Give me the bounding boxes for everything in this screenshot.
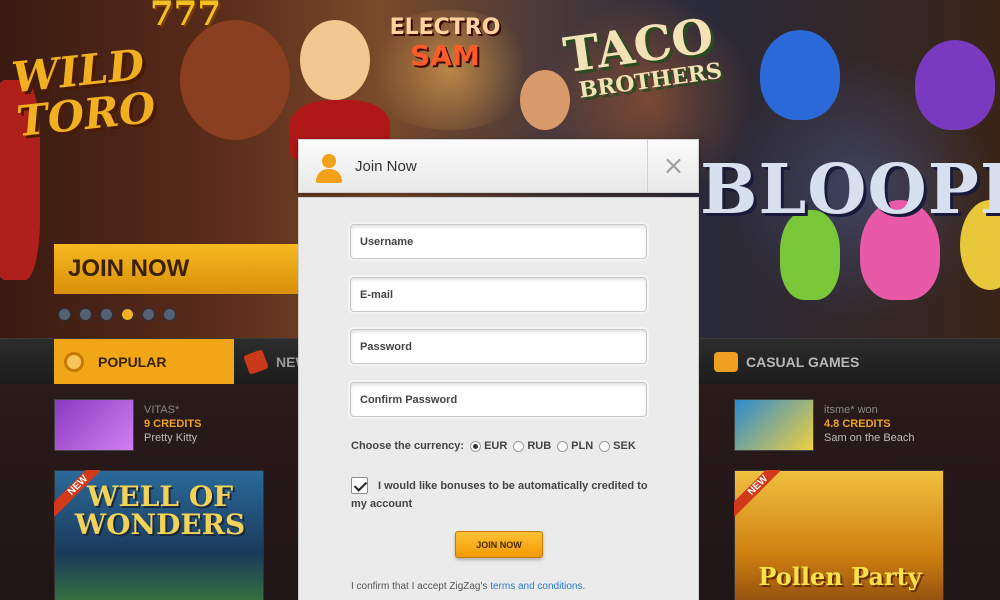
radio[interactable] — [599, 440, 611, 452]
user-icon — [315, 154, 343, 184]
tab-casual-games[interactable]: CASUAL GAMES — [710, 339, 910, 385]
carousel-dot[interactable] — [100, 308, 113, 321]
carousel-dot[interactable] — [58, 308, 71, 321]
modal-title: Join Now — [355, 158, 417, 175]
new-tag-icon — [243, 349, 269, 375]
username-field-wrapper — [350, 224, 647, 259]
character-illustration — [520, 70, 570, 130]
purple-monster-illustration — [915, 40, 995, 130]
currency-option-rub[interactable]: RUB — [513, 440, 551, 452]
password-field[interactable] — [351, 330, 646, 363]
hero-join-now-button[interactable]: JOIN NOW — [54, 244, 304, 294]
bonus-checkbox-label[interactable]: I would like bonuses to be automatically… — [351, 477, 651, 513]
terms-prefix: I confirm that I accept ZigZag's — [351, 581, 488, 592]
carousel-dot[interactable] — [142, 308, 155, 321]
close-button[interactable]: × — [647, 140, 699, 192]
blonde-character-illustration — [300, 20, 370, 100]
bull-character-illustration — [180, 20, 290, 140]
tab-label: CASUAL GAMES — [746, 354, 860, 370]
currency-label: Choose the currency: — [351, 440, 465, 452]
email-field[interactable] — [351, 278, 646, 311]
terms-link[interactable]: terms and conditions — [490, 581, 582, 592]
terms-notice: I confirm that I accept ZigZag's terms a… — [351, 581, 585, 592]
dice-icon — [714, 352, 738, 372]
chip-icon — [64, 352, 84, 372]
radio[interactable] — [557, 440, 569, 452]
currency-option-label: PLN — [571, 440, 594, 452]
site-logo[interactable]: 777 — [150, 0, 221, 34]
carousel-dots — [58, 308, 176, 321]
game-card-well-of-wonders[interactable]: NEW WELL OF WONDERS — [54, 470, 264, 600]
wild-toro-logo: WILD TORO — [9, 39, 158, 147]
bonus-checkbox[interactable] — [351, 477, 368, 494]
join-now-submit-button[interactable]: JOIN NOW — [455, 531, 543, 558]
game-title: WELL OF WONDERS — [74, 480, 246, 541]
tab-new[interactable]: NEW — [240, 339, 309, 385]
recent-winner[interactable]: VITAS* 9 CREDITS Pretty Kitty — [54, 399, 201, 451]
winner-name: VITAS* — [144, 404, 180, 416]
new-badge: NEW — [734, 470, 780, 516]
currency-option-sek[interactable]: SEK — [599, 440, 636, 452]
currency-option-label: SEK — [613, 440, 636, 452]
blooper-logo: BLOOPER — [700, 150, 1000, 230]
electro-sam-logo-bottom: SAM — [410, 39, 480, 72]
currency-option-pln[interactable]: PLN — [557, 440, 593, 452]
currency-option-label: EUR — [484, 440, 508, 452]
bonus-option[interactable]: I would like bonuses to be automatically… — [351, 477, 651, 513]
currency-option-eur[interactable]: EUR — [470, 440, 507, 452]
winner-amount: 4.8 CREDITS — [824, 418, 891, 430]
winner-name: itsme* won — [824, 404, 878, 416]
tab-label: POPULAR — [98, 354, 167, 370]
winner-game: Sam on the Beach — [824, 432, 915, 444]
terms-suffix: . — [582, 581, 586, 592]
sam-on-the-beach-thumbnail[interactable] — [734, 399, 814, 451]
carousel-dot-active[interactable] — [121, 308, 134, 321]
password-field-wrapper — [350, 329, 647, 364]
carousel-dot[interactable] — [163, 308, 176, 321]
confirm-password-field-wrapper — [350, 382, 647, 417]
recent-winner[interactable]: itsme* won 4.8 CREDITS Sam on the Beach — [734, 399, 915, 451]
confirm-password-field[interactable] — [351, 383, 646, 416]
email-field-wrapper — [350, 277, 647, 312]
radio[interactable] — [513, 440, 525, 452]
tab-popular[interactable]: POPULAR — [54, 339, 234, 385]
game-card-pollen-party[interactable]: NEW Pollen Party — [734, 470, 944, 600]
carousel-dot[interactable] — [79, 308, 92, 321]
currency-selector: Choose the currency: EUR RUB PLN SEK — [351, 440, 642, 452]
radio-checked[interactable] — [470, 440, 482, 452]
electro-sam-logo-top: ELECTRO — [389, 15, 501, 40]
join-form: Choose the currency: EUR RUB PLN SEK I w… — [298, 197, 699, 600]
winner-game: Pretty Kitty — [144, 432, 198, 444]
modal-header: Join Now × — [298, 139, 699, 193]
blue-monster-illustration — [760, 30, 840, 120]
winner-amount: 9 CREDITS — [144, 418, 202, 430]
game-title: Pollen Party — [758, 562, 922, 591]
currency-option-label: RUB — [527, 440, 552, 452]
electro-sam-logo: ELECTRO SAM — [380, 14, 510, 70]
pretty-kitty-thumbnail[interactable] — [54, 399, 134, 451]
username-field[interactable] — [351, 225, 646, 258]
